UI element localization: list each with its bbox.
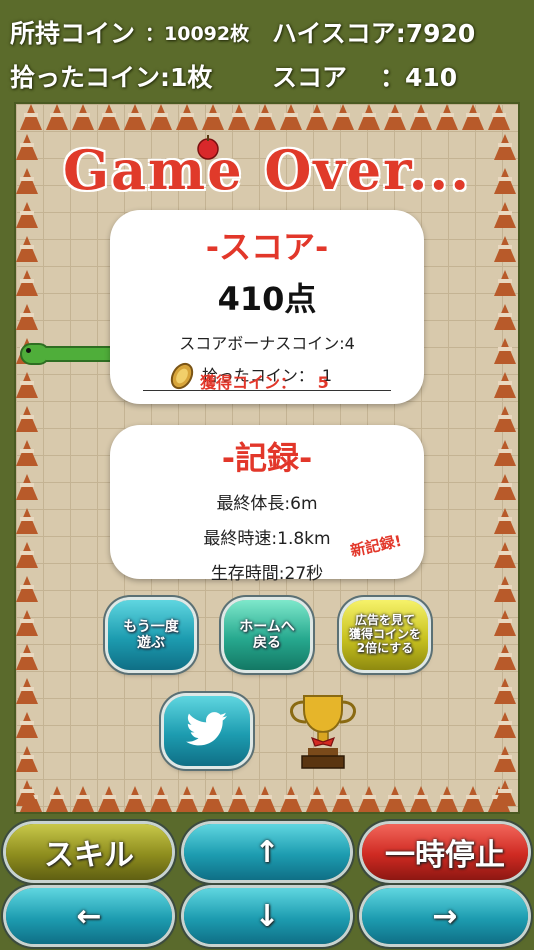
owned-coins-label: 所持コイン [10, 19, 136, 48]
retry-button-label: もう一度 遊ぶ [123, 618, 179, 651]
skill-label: スキル [44, 838, 134, 873]
twitter-bird-icon [185, 711, 229, 751]
pause-button[interactable]: 一時停止 [362, 824, 528, 880]
record-card: -記録- 最終体長:6m 最終時速:1.8km 生存時間:27秒 新記録! [110, 425, 424, 584]
right-button[interactable]: → [362, 888, 528, 944]
earned-coins-label: 獲得コイン： [200, 373, 297, 392]
left-button[interactable]: ← [6, 888, 172, 944]
cone-border-bottom [18, 786, 512, 812]
home-button-label: ホームへ 戻る [239, 618, 295, 651]
score-heading: -スコア- [205, 228, 329, 266]
skill-button[interactable]: スキル [6, 824, 172, 880]
score-card: -スコア- 410点 スコアボーナスコイン:4 拾ったコイン： 1 獲得コイン：… [110, 210, 424, 404]
record-heading: -記録- [221, 439, 313, 477]
down-button[interactable]: ↓ [184, 888, 350, 944]
retry-button[interactable]: もう一度 遊ぶ [108, 600, 194, 670]
cone-border-left [16, 130, 38, 810]
left-arrow-icon: ← [76, 898, 102, 934]
ad-double-coins-label: 広告を見て 獲得コインを 2倍にする [348, 613, 421, 655]
score-points: 410点 [217, 280, 317, 318]
high-score: ハイスコア:7920 [272, 19, 476, 48]
hud-bar: 所持コイン ：10092枚 ハイスコア:7920 拾ったコイン:1枚 スコア ：… [0, 0, 534, 100]
cone-border-right [494, 130, 516, 810]
pause-label: 一時停止 [385, 838, 505, 873]
up-arrow-icon: ↑ [254, 834, 280, 870]
trophy-icon [286, 692, 360, 772]
ad-double-coins-button[interactable]: 広告を見て 獲得コインを 2倍にする [342, 600, 428, 670]
right-arrow-icon: → [432, 898, 458, 934]
final-length: 最終体長:6m [216, 494, 318, 514]
score-value: ：410 [380, 63, 458, 92]
game-over-title: Game Over... [62, 138, 472, 202]
home-button[interactable]: ホームへ 戻る [224, 600, 310, 670]
picked-coins: 拾ったコイン:1枚 [10, 63, 213, 92]
score-bonus-coins: スコアボーナスコイン:4 [179, 334, 355, 353]
earned-coins-value: 5 [317, 373, 329, 392]
survival-time: 生存時間:27秒 [210, 564, 324, 584]
twitter-share-button[interactable] [164, 696, 250, 766]
owned-coins-value: ：10092枚 [145, 23, 250, 45]
cone-border-top [18, 104, 512, 130]
down-arrow-icon: ↓ [254, 898, 280, 934]
up-button[interactable]: ↑ [184, 824, 350, 880]
score-label: スコア [272, 63, 348, 92]
coin-icon [166, 360, 198, 392]
